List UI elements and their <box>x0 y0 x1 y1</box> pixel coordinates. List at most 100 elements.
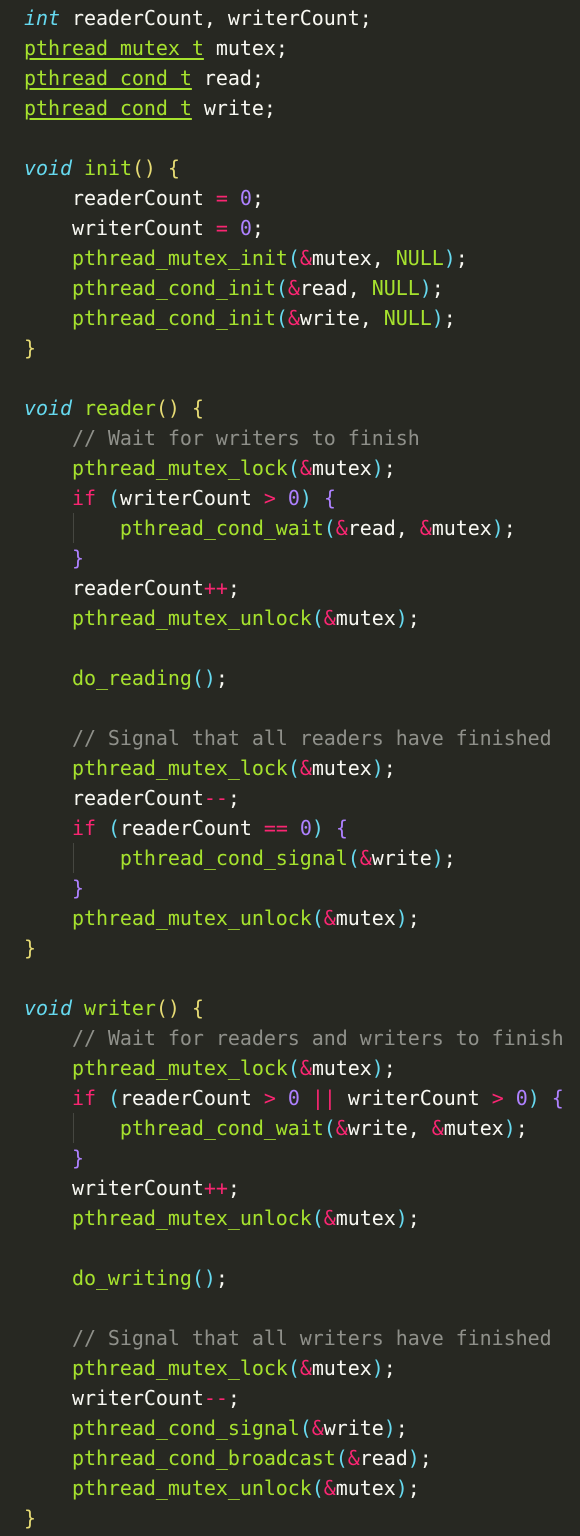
code-token: writerCount <box>24 216 216 240</box>
code-token: ( <box>287 246 300 270</box>
code-token: () <box>191 666 216 690</box>
code-line: do_writing(); <box>24 1263 228 1293</box>
code-token: ) <box>431 306 444 330</box>
code-line: pthread_mutex_t mutex; <box>24 33 288 63</box>
code-line: // Wait for writers to finish <box>24 423 420 453</box>
code-token: readerCount <box>24 786 204 810</box>
code-line: } <box>24 1503 36 1533</box>
code-token: pthread_cond_init <box>24 276 276 300</box>
code-line: if (readerCount > 0 || writerCount > 0) … <box>24 1083 564 1113</box>
code-token: & <box>323 1476 336 1500</box>
code-token: ) <box>383 1416 396 1440</box>
code-token: readerCount <box>119 816 264 840</box>
code-token: pthread_mutex_unlock <box>24 1476 312 1500</box>
code-token: ) <box>371 1356 384 1380</box>
code-token: ( <box>107 486 120 510</box>
code-token: pthread_cond_signal <box>24 1416 300 1440</box>
code-token: } <box>71 876 84 900</box>
code-token: read <box>359 1446 408 1470</box>
code-token: pthread_mutex_unlock <box>24 906 312 930</box>
code-token: NULL <box>371 276 420 300</box>
code-line: pthread_mutex_init(&mutex, NULL); <box>24 243 468 273</box>
code-token: writer <box>83 996 156 1020</box>
code-token: read, <box>347 516 420 540</box>
code-token: ) <box>503 1116 516 1140</box>
code-token: pthread_mutex_t <box>24 36 204 60</box>
code-line: writerCount = 0; <box>24 213 264 243</box>
code-line: } <box>24 333 36 363</box>
code-token: ) <box>395 1476 408 1500</box>
code-line: pthread_cond_t write; <box>24 93 276 123</box>
code-token: readerCount <box>119 1086 264 1110</box>
code-line: pthread_mutex_lock(&mutex); <box>24 1053 396 1083</box>
code-token: pthread_mutex_lock <box>24 1056 288 1080</box>
code-token: > <box>263 486 276 510</box>
code-token: // Wait for readers and writers to finis… <box>24 1026 564 1050</box>
code-token: || <box>311 1086 336 1110</box>
code-editor[interactable]: int readerCount, writerCount; pthread_mut… <box>0 0 580 1536</box>
code-token: if <box>71 486 96 510</box>
code-token: if <box>71 816 96 840</box>
code-token: () <box>191 1266 216 1290</box>
code-token: pthread_mutex_lock <box>24 1356 288 1380</box>
code-token: ; <box>419 1446 432 1470</box>
code-token: } <box>24 1506 36 1530</box>
code-token: 0 <box>239 186 252 210</box>
code-token: pthread_mutex_init <box>24 246 288 270</box>
code-token: mutex <box>431 516 492 540</box>
code-token: pthread_mutex_unlock <box>24 606 312 630</box>
code-token: & <box>335 1116 348 1140</box>
code-token: ; <box>251 186 264 210</box>
code-token: write, <box>299 306 384 330</box>
code-token: ( <box>107 1086 120 1110</box>
code-token: -- <box>203 786 228 810</box>
code-token: mutex <box>311 1356 372 1380</box>
code-token: ) <box>371 756 384 780</box>
code-line: pthread_mutex_lock(&mutex); <box>24 453 396 483</box>
code-token: ; <box>515 1116 528 1140</box>
code-token: ; <box>215 1266 228 1290</box>
code-token: ( <box>323 1116 336 1140</box>
code-token: pthread_mutex_unlock <box>24 1206 312 1230</box>
code-token: ( <box>311 1206 324 1230</box>
code-token: ) <box>443 246 456 270</box>
code-line: pthread_mutex_unlock(&mutex); <box>24 1473 420 1503</box>
code-token: ; <box>503 516 516 540</box>
code-token: ; <box>227 786 240 810</box>
code-token: ; <box>395 1416 408 1440</box>
code-token: write; <box>191 96 276 120</box>
code-token: & <box>419 516 432 540</box>
code-token: init <box>83 156 132 180</box>
code-token: ; <box>383 756 396 780</box>
code-line: // Signal that all writers have finished <box>24 1323 552 1353</box>
code-token: ; <box>407 906 420 930</box>
code-token: ++ <box>203 576 228 600</box>
code-token: pthread_cond_wait <box>24 1116 324 1140</box>
code-token: & <box>335 516 348 540</box>
code-token: & <box>299 1056 312 1080</box>
code-token: mutex <box>335 606 396 630</box>
code-line: void reader() { <box>24 393 204 423</box>
code-token: == <box>263 816 288 840</box>
code-token: { <box>551 1086 564 1110</box>
code-token: ) <box>371 456 384 480</box>
code-token: ; <box>383 1356 396 1380</box>
code-token: -- <box>203 1386 228 1410</box>
code-token: ( <box>323 516 336 540</box>
code-token: readerCount, writerCount; <box>59 6 372 30</box>
code-token: ( <box>107 816 120 840</box>
code-token: ( <box>287 1356 300 1380</box>
code-token: & <box>347 1446 360 1470</box>
code-line: } <box>24 543 84 573</box>
code-line: readerCount++; <box>24 573 240 603</box>
